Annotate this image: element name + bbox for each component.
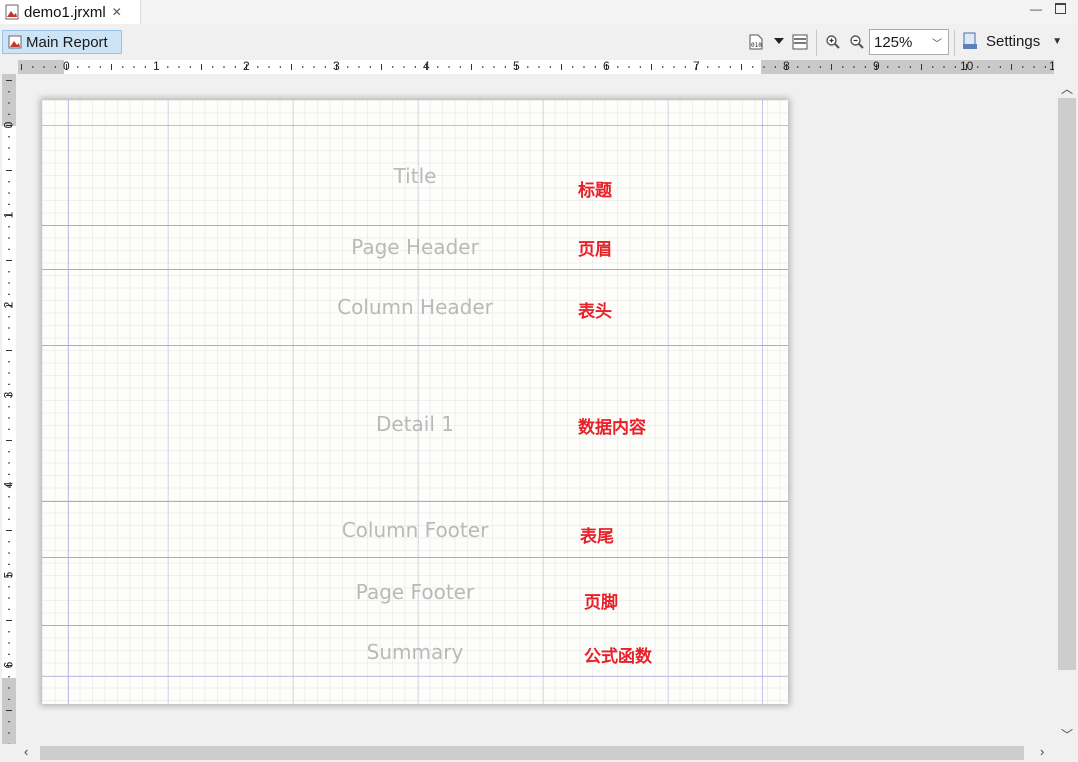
band-page-header-annotation: 页眉 (578, 240, 612, 260)
band-divider[interactable] (42, 557, 788, 558)
ruler-label: 1 (153, 60, 160, 73)
grid-guide (668, 100, 669, 704)
left-margin-guide (68, 100, 69, 704)
band-column-footer-label[interactable]: Column Footer (42, 518, 788, 542)
chevron-down-icon (774, 38, 784, 44)
ruler-label: 4 (423, 60, 430, 73)
datasource-button[interactable]: 010 (749, 34, 763, 50)
band-column-footer-annotation: 表尾 (580, 527, 614, 547)
ruler-label: 8 (783, 60, 790, 73)
zoom-select[interactable]: 125% ﹀ (869, 29, 949, 55)
editor-tab-bar: demo1.jrxml ✕ — (0, 0, 1078, 24)
close-icon[interactable]: ✕ (112, 5, 122, 19)
zoom-in-icon (826, 35, 840, 49)
editor-tab-demo1[interactable]: demo1.jrxml ✕ (0, 0, 141, 24)
horizontal-scroll-thumb[interactable] (40, 746, 1024, 760)
page-format-button[interactable] (792, 34, 808, 50)
band-detail-label[interactable]: Detail 1 (42, 412, 788, 436)
right-margin-guide (762, 100, 763, 704)
vertical-scrollbar[interactable]: ︿ ﹀ (1056, 76, 1078, 744)
ruler-label: 9 (873, 60, 880, 73)
ruler-label: 0 (2, 121, 16, 129)
band-divider[interactable] (42, 269, 788, 270)
grid-guide (293, 100, 294, 704)
ruler-label: 3 (333, 60, 340, 73)
ruler-label: 0 (63, 60, 70, 73)
grid-guide (418, 100, 419, 704)
chevron-down-icon: ▼ (1052, 35, 1063, 47)
ruler-label: 1 (1049, 60, 1054, 73)
maximize-icon[interactable] (1055, 3, 1066, 14)
ruler-label: 5 (2, 571, 16, 579)
scroll-down-icon[interactable]: ﹀ (1061, 726, 1073, 743)
scroll-up-icon[interactable]: ︿ (1061, 80, 1073, 97)
main-report-tab[interactable]: Main Report (2, 30, 122, 54)
band-divider[interactable] (42, 625, 788, 626)
band-page-header-label[interactable]: Page Header (42, 235, 788, 259)
main-report-label: Main Report (26, 33, 108, 51)
ruler-label: 3 (2, 391, 16, 399)
ruler-label: 4 (2, 481, 16, 489)
ruler-ticks (21, 64, 1046, 70)
band-column-header-label[interactable]: Column Header (42, 295, 788, 319)
scroll-right-icon[interactable]: › (1040, 744, 1044, 759)
editor-tab-title: demo1.jrxml (24, 3, 106, 21)
ruler-label: 2 (2, 301, 16, 309)
report-file-icon (5, 4, 19, 20)
zoom-out-button[interactable] (849, 34, 865, 50)
ruler-ticks (6, 80, 12, 744)
band-summary-label[interactable]: Summary (42, 640, 788, 664)
toolbar-separator (816, 30, 817, 56)
band-divider[interactable] (42, 225, 788, 226)
report-icon (8, 35, 22, 49)
band-divider[interactable] (42, 501, 788, 502)
top-margin-guide (42, 125, 788, 126)
band-column-header-annotation: 表头 (578, 302, 612, 322)
report-toolbar: Main Report 010 125% ﹀ Settings ▼ (0, 24, 1078, 62)
toolbar-separator (954, 30, 955, 56)
band-page-footer-annotation: 页脚 (584, 593, 618, 613)
ruler-label: 10 (960, 60, 974, 73)
ruler-label: 2 (243, 60, 250, 73)
ruler-label: 5 (513, 60, 520, 73)
ruler-label: 6 (603, 60, 610, 73)
report-page[interactable]: Title 标题 Page Header 页眉 Column Header 表头… (42, 100, 788, 704)
ruler-label: 1 (2, 211, 16, 219)
settings-icon (963, 32, 977, 49)
minimize-icon[interactable]: — (1030, 2, 1042, 16)
datasource-dropdown[interactable] (774, 38, 784, 44)
band-summary-annotation: 公式函数 (584, 647, 652, 667)
band-divider[interactable] (42, 345, 788, 346)
vertical-ruler: 0 1 2 3 4 5 6 (2, 74, 16, 744)
horizontal-ruler: 0 1 2 3 4 5 6 7 8 9 10 1 (18, 60, 1054, 74)
chevron-down-icon: ﹀ (932, 38, 942, 50)
ruler-label: 7 (693, 60, 700, 73)
scroll-left-icon[interactable]: ‹ (24, 744, 28, 759)
horizontal-scrollbar[interactable]: ‹ › (18, 744, 1056, 762)
zoom-out-icon (850, 35, 864, 49)
zoom-in-button[interactable] (825, 34, 841, 50)
design-canvas[interactable]: Title 标题 Page Header 页眉 Column Header 表头… (18, 76, 1054, 744)
band-page-footer-label[interactable]: Page Footer (42, 580, 788, 604)
band-detail-annotation: 数据内容 (578, 418, 646, 438)
layout-icon (792, 34, 808, 50)
zoom-value: 125% (874, 33, 913, 51)
band-title-label[interactable]: Title (42, 164, 788, 188)
settings-button[interactable]: Settings ▼ (962, 32, 1062, 50)
ruler-label: 6 (2, 661, 16, 669)
vertical-scroll-thumb[interactable] (1058, 98, 1076, 670)
grid-guide (168, 100, 169, 704)
grid-guide (543, 100, 544, 704)
settings-label: Settings (986, 32, 1041, 50)
svg-text:010: 010 (751, 42, 762, 49)
datasource-icon: 010 (749, 34, 763, 50)
bottom-margin-guide (42, 676, 788, 677)
band-title-annotation: 标题 (578, 181, 612, 201)
